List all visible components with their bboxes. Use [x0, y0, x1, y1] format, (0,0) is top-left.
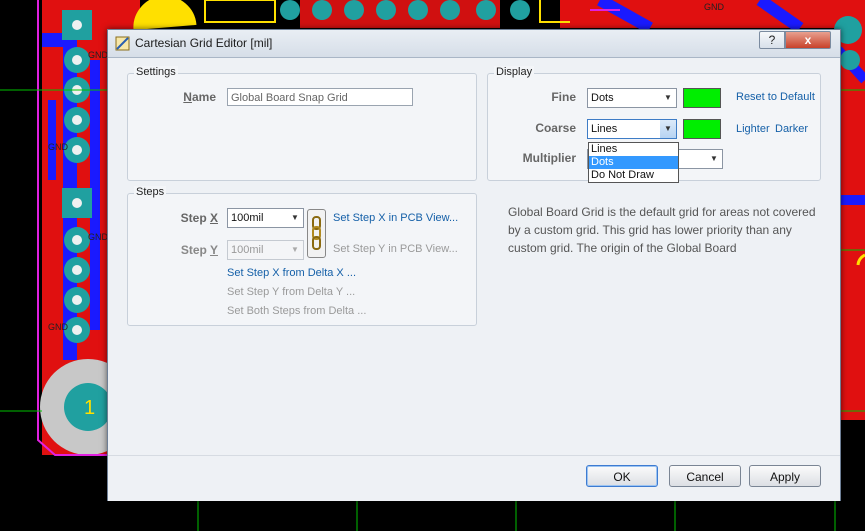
set-both-steps-delta-link: Set Both Steps from Delta ... [227, 305, 367, 317]
multiplier-label: Multiplier [522, 151, 576, 165]
step-x-label: Step X [180, 211, 218, 225]
pcb-net-label: GND [704, 2, 725, 12]
chevron-down-icon: ▼ [664, 93, 672, 102]
chevron-down-icon: ▼ [660, 120, 676, 138]
pcb-net-label: GND [88, 232, 109, 242]
dropdown-option-do-not-draw[interactable]: Do Not Draw [589, 169, 678, 182]
chain-link-icon [312, 216, 321, 250]
cancel-button[interactable]: Cancel [669, 465, 741, 487]
display-legend: Display [494, 66, 535, 78]
fine-color-swatch[interactable] [683, 88, 721, 108]
darker-link[interactable]: Darker [775, 123, 808, 135]
dropdown-option-lines[interactable]: Lines [589, 143, 678, 156]
set-step-x-delta-link[interactable]: Set Step X from Delta X ... [227, 267, 356, 279]
set-step-y-delta-link: Set Step Y from Delta Y ... [227, 286, 356, 298]
grid-editor-icon [115, 36, 130, 51]
ok-button[interactable]: OK [586, 465, 658, 487]
reset-to-default-link[interactable]: Reset to Default [736, 91, 815, 103]
chevron-down-icon: ▼ [710, 154, 718, 163]
pcb-net-label: GND [48, 322, 69, 332]
pcb-net-label: GND [88, 50, 109, 60]
settings-group: Settings Name Global Board Snap Grid [127, 66, 477, 181]
step-x-select[interactable]: 100mil ▼ [227, 208, 304, 228]
chevron-down-icon: ▼ [291, 245, 299, 254]
set-step-y-pcb-link: Set Step Y in PCB View... [333, 243, 458, 255]
lighter-link[interactable]: Lighter [736, 123, 770, 135]
settings-legend: Settings [134, 66, 178, 78]
coarse-select[interactable]: Lines ▼ [587, 119, 677, 139]
help-button[interactable]: ? [759, 31, 785, 49]
link-steps-toggle[interactable] [307, 209, 326, 258]
window-title: Cartesian Grid Editor [mil] [135, 36, 273, 50]
apply-button[interactable]: Apply [749, 465, 821, 487]
steps-group: Steps Step X 100mil ▼ Step Y 100mil ▼ Se… [127, 186, 477, 326]
pcb-pad-number: 1 [84, 397, 95, 419]
close-button[interactable]: x [785, 31, 831, 49]
title-bar[interactable]: Cartesian Grid Editor [mil] ? x [108, 30, 840, 58]
coarse-color-swatch[interactable] [683, 119, 721, 139]
coarse-label: Coarse [535, 121, 576, 135]
step-y-label: Step Y [180, 243, 218, 257]
fine-select[interactable]: Dots ▼ [587, 88, 677, 108]
dropdown-option-dots[interactable]: Dots [589, 156, 678, 169]
coarse-dropdown-list: Lines Dots Do Not Draw [588, 142, 679, 183]
step-y-select[interactable]: 100mil ▼ [227, 240, 304, 260]
steps-legend: Steps [134, 186, 167, 198]
cartesian-grid-editor-dialog: Cartesian Grid Editor [mil] ? x Settings… [107, 29, 841, 501]
name-input[interactable]: Global Board Snap Grid [227, 88, 413, 106]
fine-label: Fine [551, 90, 576, 104]
chevron-down-icon: ▼ [291, 213, 299, 222]
set-step-x-pcb-link[interactable]: Set Step X in PCB View... [333, 212, 458, 224]
pcb-net-label: GND [48, 142, 69, 152]
name-label: Name [183, 90, 216, 104]
grid-description: Global Board Grid is the default grid fo… [508, 205, 816, 255]
